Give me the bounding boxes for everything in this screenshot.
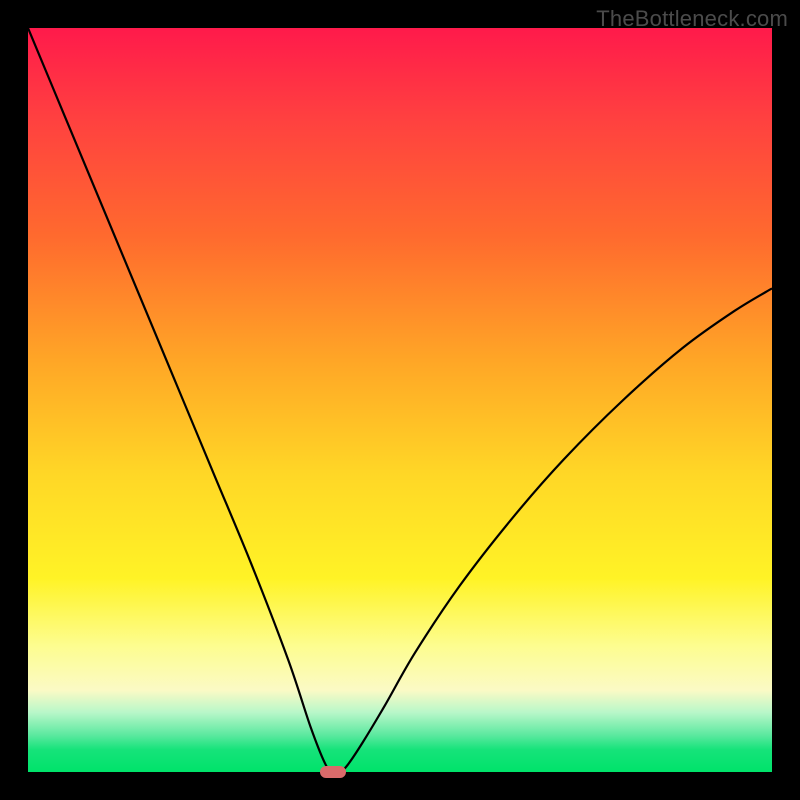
plot-area — [28, 28, 772, 772]
optimum-marker — [320, 766, 346, 778]
bottleneck-curve — [28, 28, 772, 772]
curve-path — [28, 28, 772, 772]
chart-frame: TheBottleneck.com — [0, 0, 800, 800]
watermark-text: TheBottleneck.com — [596, 6, 788, 32]
